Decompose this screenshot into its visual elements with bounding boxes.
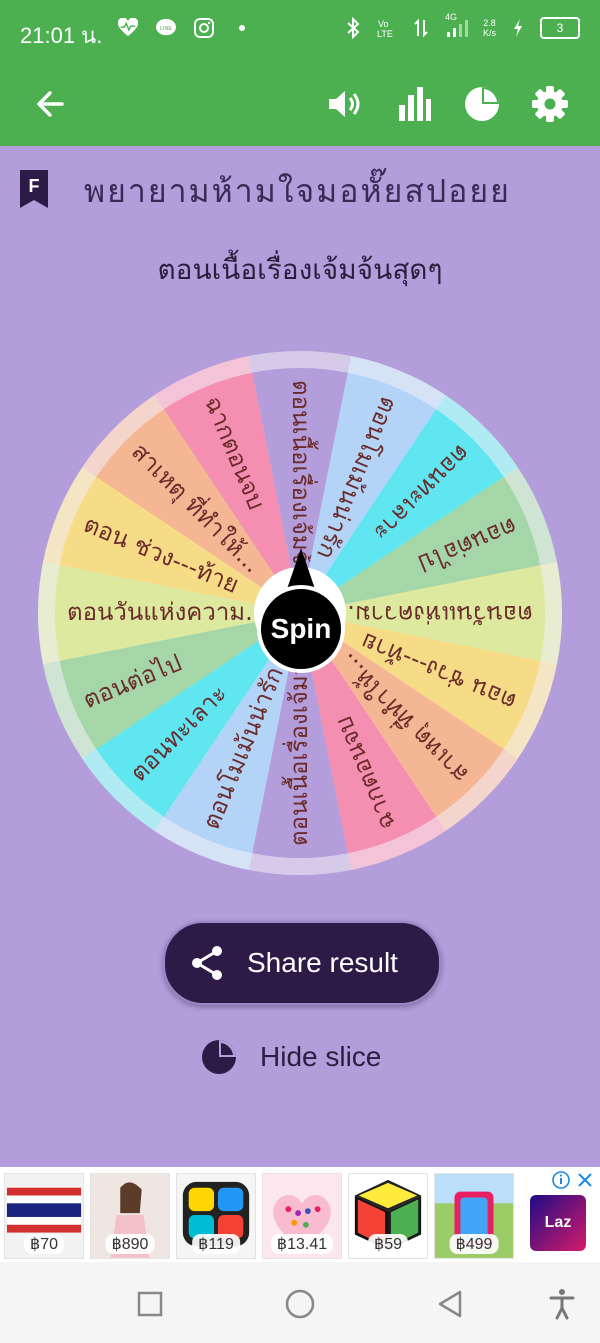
bookmark-letter: F xyxy=(29,176,40,196)
speed-unit: K/s xyxy=(482,28,496,38)
heart-rate-icon xyxy=(116,16,140,40)
battery-level: 3 xyxy=(540,17,580,39)
volume-icon xyxy=(329,91,360,117)
svg-text:LTE: LTE xyxy=(377,29,393,39)
wheel-slice-label: ตอนวันแห่งความ... xyxy=(332,600,533,628)
ad-item-bouncer[interactable]: ฿499 xyxy=(434,1173,514,1259)
settings-button[interactable] xyxy=(528,82,572,126)
stats-button[interactable] xyxy=(392,82,436,126)
speed-readout: 2.8 K/s xyxy=(483,18,496,38)
home-button[interactable] xyxy=(280,1284,320,1324)
ad-item-dress[interactable]: ฿890 xyxy=(90,1173,170,1259)
system-nav-bar xyxy=(0,1262,600,1343)
ad-close-icon[interactable] xyxy=(576,1171,594,1189)
instagram-icon xyxy=(192,16,216,40)
ad-price: ฿119 xyxy=(192,1234,240,1254)
ad-item-rubik[interactable]: ฿59 xyxy=(348,1173,428,1259)
status-system-icons: Vo LTE 4G 2.8 K/s 3 xyxy=(341,12,580,40)
dot-icon xyxy=(230,16,254,40)
speed-value: 2.8 xyxy=(483,18,496,28)
network-type: 4G xyxy=(444,12,457,22)
app-bar xyxy=(0,62,600,146)
square-icon xyxy=(137,1291,163,1317)
hide-slice-label: Hide slice xyxy=(260,1041,382,1072)
recent-apps-button[interactable] xyxy=(130,1284,170,1324)
ad-price: ฿13.41 xyxy=(270,1234,334,1254)
triangle-back-icon xyxy=(438,1290,462,1318)
ad-banner[interactable]: ฿70 ฿890 ฿119 ฿13.41 ฿59 ฿499 xyxy=(0,1167,600,1262)
volte-icon: Vo LTE xyxy=(375,16,399,40)
status-notification-icons: LINE xyxy=(116,16,254,40)
circle-icon xyxy=(285,1289,315,1319)
ad-price: ฿499 xyxy=(449,1234,499,1254)
bluetooth-icon xyxy=(341,16,365,40)
sound-button[interactable] xyxy=(324,82,368,126)
hide-slice-icon xyxy=(202,1040,236,1074)
settings-icon xyxy=(532,86,568,122)
back-nav-button[interactable] xyxy=(430,1284,470,1324)
signal-icon: 4G xyxy=(443,12,473,40)
wheel-style-button[interactable] xyxy=(460,82,504,126)
share-result-label: Share result xyxy=(247,947,398,978)
wheel-title-row: F พยายามห้ามใจมอหั๊ยสปอยย xyxy=(0,160,600,216)
ad-price: ฿59 xyxy=(368,1234,408,1254)
wheel-slice-label: ตอนวันแห่งความ... xyxy=(67,598,268,626)
ad-price: ฿890 xyxy=(105,1234,155,1254)
share-result-button[interactable]: Share result xyxy=(163,921,441,1005)
accessibility-icon xyxy=(549,1289,575,1320)
stats-icon xyxy=(399,87,431,121)
pie-icon xyxy=(465,87,499,121)
back-arrow-icon xyxy=(37,91,64,117)
ad-item-cube[interactable]: ฿119 xyxy=(176,1173,256,1259)
share-icon xyxy=(187,943,227,983)
ad-item-flag[interactable]: ฿70 xyxy=(4,1173,84,1259)
svg-text:LINE: LINE xyxy=(160,26,172,32)
wheel-title: พยายามห้ามใจมอหั๊ยสปอยย xyxy=(84,172,511,210)
status-time: 21:01 น. xyxy=(20,23,103,48)
data-arrows-icon xyxy=(409,16,433,40)
accessibility-button[interactable] xyxy=(542,1284,582,1324)
spin-result: ตอนเนื้อเรื่องเจ้มจ้นสุดๆ xyxy=(157,253,443,286)
svg-text:Vo: Vo xyxy=(378,19,389,29)
spin-button[interactable]: Spin xyxy=(257,585,345,673)
ad-item-rings[interactable]: ฿13.41 xyxy=(262,1173,342,1259)
charging-icon xyxy=(506,16,530,40)
ad-info-icon[interactable] xyxy=(552,1171,570,1189)
ad-price: ฿70 xyxy=(24,1234,64,1254)
status-bar: 21:01 น. LINE Vo LTE 4G 2.8 K/s 3 xyxy=(0,0,600,62)
lazada-logo[interactable]: Laz xyxy=(530,1195,586,1251)
hide-slice-button[interactable]: Hide slice xyxy=(200,1038,381,1076)
line-app-icon: LINE xyxy=(154,16,178,40)
bookmark-icon[interactable]: F xyxy=(20,170,48,208)
back-button[interactable] xyxy=(28,82,72,126)
